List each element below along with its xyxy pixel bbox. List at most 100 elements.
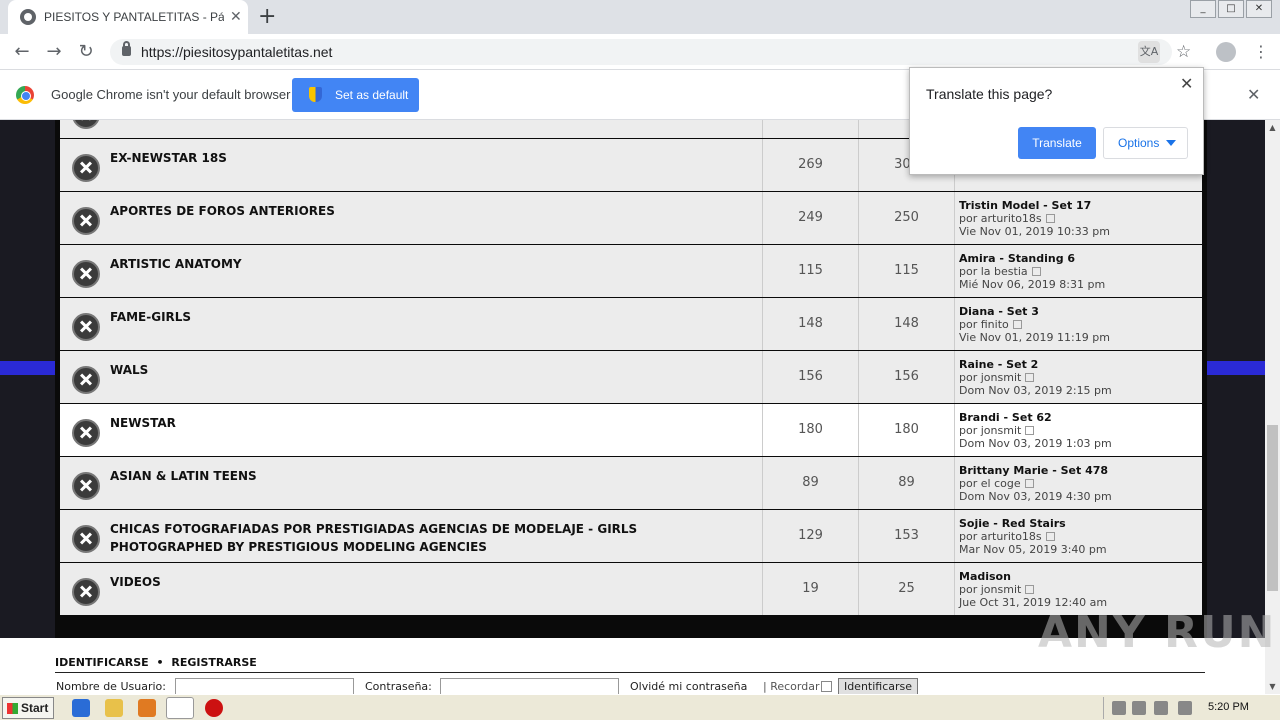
forum-name[interactable]: ASIAN & LATIN TEENS: [110, 467, 730, 485]
flag-icon[interactable]: [1178, 701, 1192, 715]
last-post-title[interactable]: Madison: [959, 570, 1202, 583]
last-post-date: Dom Nov 03, 2019 4:30 pm: [959, 490, 1112, 503]
login-submit-button[interactable]: Identificarse: [838, 678, 918, 694]
password-input[interactable]: [440, 678, 619, 694]
back-icon[interactable]: ←: [12, 42, 32, 62]
forum-row[interactable]: APORTES DE FOROS ANTERIORES 249 250 Tristin…: [60, 192, 1202, 245]
forum-row[interactable]: NEWSTAR 180 180 Brandi - Set 62 por jonsmit D…: [60, 404, 1202, 457]
last-post-title[interactable]: Diana - Set 3: [959, 305, 1202, 318]
address-bar[interactable]: https://piesitosypantaletitas.net: [110, 39, 1172, 65]
forgot-password-link[interactable]: Olvidé mi contraseña: [630, 680, 747, 693]
infobar-close-icon[interactable]: ✕: [1247, 85, 1260, 105]
last-post-date: Mar Nov 05, 2019 3:40 pm: [959, 543, 1107, 556]
maximize-button[interactable]: □: [1218, 0, 1244, 18]
by-prefix: por: [959, 424, 978, 437]
by-prefix: por: [959, 318, 978, 331]
scroll-thumb[interactable]: [1267, 425, 1278, 591]
stop-icon[interactable]: [205, 699, 223, 717]
translate-close-icon[interactable]: ✕: [1180, 76, 1193, 94]
last-post-author[interactable]: la bestia: [981, 265, 1028, 278]
reload-icon[interactable]: ↻: [76, 42, 96, 62]
last-post-author[interactable]: jonsmit: [981, 424, 1022, 437]
last-post-author[interactable]: el coge: [981, 477, 1021, 490]
goto-post-icon[interactable]: [1025, 373, 1035, 382]
forum-name[interactable]: EX-NEWSTAR 18S: [110, 149, 730, 167]
forum-name[interactable]: ARTISTIC ANATOMY: [110, 255, 730, 273]
forum-row[interactable]: WALS 156 156 Raine - Set 2 por jonsmit Dom No…: [60, 351, 1202, 404]
bookmark-star-icon[interactable]: ☆: [1176, 42, 1191, 62]
forum-rows: ESPECIALES DE CARLITOS VOYEUR (SOLO AMAT…: [60, 120, 1202, 616]
last-post-author-line: por jonsmit: [959, 371, 1202, 384]
last-post-author-line: por jonsmit: [959, 583, 1202, 596]
goto-post-icon[interactable]: [1031, 267, 1041, 276]
by-prefix: por: [959, 583, 978, 596]
minimize-button[interactable]: _: [1190, 0, 1216, 18]
forum-list: ESPECIALES DE CARLITOS VOYEUR (SOLO AMAT…: [55, 120, 1207, 638]
forum-row[interactable]: FAME-GIRLS 148 148 Diana - Set 3 por finito V…: [60, 298, 1202, 351]
forum-name[interactable]: APORTES DE FOROS ANTERIORES: [110, 202, 730, 220]
goto-post-icon[interactable]: [1012, 320, 1022, 329]
by-prefix: por: [959, 212, 978, 225]
goto-post-icon[interactable]: [1025, 426, 1035, 435]
media-player-icon[interactable]: [138, 699, 156, 717]
goto-post-icon[interactable]: [1025, 585, 1035, 594]
forum-status-icon: [72, 207, 100, 235]
last-post-date: Dom Nov 03, 2019 2:15 pm: [959, 384, 1112, 397]
goto-post-icon[interactable]: [1024, 479, 1034, 488]
chrome-taskbar-icon[interactable]: [166, 697, 194, 719]
last-post-author[interactable]: arturito18s: [981, 530, 1042, 543]
goto-post-icon[interactable]: [1045, 214, 1055, 223]
ie-icon[interactable]: [72, 699, 90, 717]
last-post-title[interactable]: Brandi - Set 62: [959, 411, 1202, 424]
last-post-title[interactable]: Sojie - Red Stairs: [959, 517, 1202, 530]
forum-name[interactable]: NEWSTAR: [110, 414, 730, 432]
set-default-button[interactable]: Set as default: [292, 78, 419, 112]
forward-icon[interactable]: →: [44, 42, 64, 62]
last-post-author[interactable]: jonsmit: [981, 371, 1022, 384]
window-controls: _ □ ✕: [1188, 0, 1272, 18]
scroll-down-icon[interactable]: ▼: [1265, 679, 1280, 694]
browser-tab[interactable]: PIESITOS Y PANTALETITAS - Página ✕: [8, 0, 248, 34]
network-icon[interactable]: [1132, 701, 1146, 715]
last-post-title[interactable]: Tristin Model - Set 17: [959, 199, 1202, 212]
last-post-title[interactable]: Raine - Set 2: [959, 358, 1202, 371]
system-tray: [1103, 697, 1278, 719]
remember-checkbox[interactable]: [821, 681, 832, 692]
new-tab-button[interactable]: +: [258, 6, 276, 28]
translate-options-button[interactable]: Options: [1103, 127, 1188, 159]
tray-arrow-icon[interactable]: [1112, 701, 1126, 715]
start-button[interactable]: Start: [2, 697, 54, 719]
forum-row[interactable]: ASIAN & LATIN TEENS 89 89 Brittany Marie - …: [60, 457, 1202, 510]
forum-row[interactable]: ARTISTIC ANATOMY 115 115 Amira - Standing 6…: [60, 245, 1202, 298]
forum-name[interactable]: CHICAS FOTOGRAFIADAS POR PRESTIGIADAS AG…: [110, 520, 730, 556]
scroll-up-icon[interactable]: ▲: [1265, 120, 1280, 135]
forum-status-icon: [72, 525, 100, 553]
translate-icon[interactable]: 文A: [1138, 41, 1160, 63]
forum-name[interactable]: FAME-GIRLS: [110, 308, 730, 326]
login-link[interactable]: IDENTIFICARSE: [55, 656, 149, 669]
lock-icon[interactable]: [122, 41, 131, 56]
volume-icon[interactable]: [1154, 701, 1168, 715]
profile-avatar-icon[interactable]: [1216, 42, 1236, 62]
last-post-author[interactable]: finito: [981, 318, 1009, 331]
username-input[interactable]: [175, 678, 354, 694]
by-prefix: por: [959, 371, 978, 384]
forum-row[interactable]: VIDEOS 19 25 Madison por jonsmit Jue Oct 31, …: [60, 563, 1202, 616]
last-post-title[interactable]: Brittany Marie - Set 478: [959, 464, 1202, 477]
forum-status-icon: [72, 578, 100, 606]
last-post-author[interactable]: arturito18s: [981, 212, 1042, 225]
close-window-button[interactable]: ✕: [1246, 0, 1272, 18]
last-post-title[interactable]: Amira - Standing 6: [959, 252, 1202, 265]
register-link[interactable]: REGISTRARSE: [171, 656, 256, 669]
left-accent-bar: [0, 361, 56, 375]
tab-close-icon[interactable]: ✕: [230, 9, 242, 25]
options-label: Options: [1118, 136, 1160, 150]
translate-button[interactable]: Translate: [1018, 127, 1096, 159]
forum-name[interactable]: VIDEOS: [110, 573, 730, 591]
kebab-menu-icon[interactable]: ⋮: [1253, 42, 1269, 62]
forum-name[interactable]: WALS: [110, 361, 730, 379]
folder-icon[interactable]: [105, 699, 123, 717]
goto-post-icon[interactable]: [1045, 532, 1055, 541]
last-post-author[interactable]: jonsmit: [981, 583, 1022, 596]
forum-row[interactable]: CHICAS FOTOGRAFIADAS POR PRESTIGIADAS AG…: [60, 510, 1202, 563]
